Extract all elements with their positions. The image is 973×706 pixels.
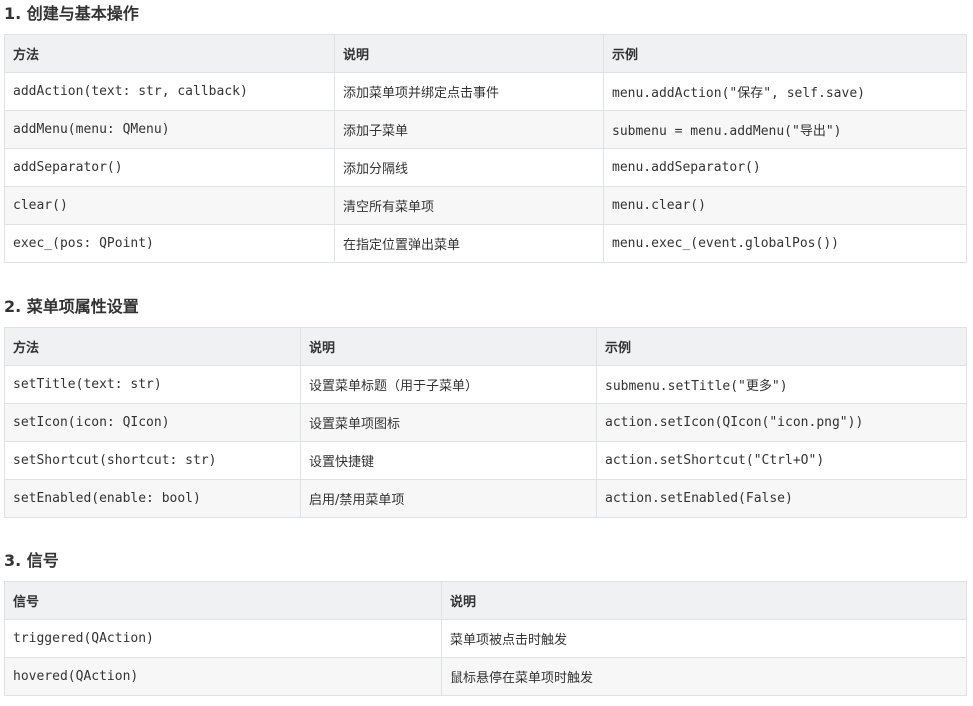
column-header-method: 方法: [4, 34, 335, 73]
methods-table-create-basic: 方法 说明 示例 addAction(text: str, callback) …: [4, 34, 967, 263]
method-cell: addAction(text: str, callback): [4, 72, 335, 111]
description-cell: 菜单项被点击时触发: [441, 619, 967, 658]
method-cell: addMenu(menu: QMenu): [4, 110, 335, 149]
table-row: addAction(text: str, callback) 添加菜单项并绑定点…: [4, 72, 967, 111]
method-cell: setIcon(icon: QIcon): [4, 403, 301, 442]
example-cell: menu.addSeparator(): [603, 148, 967, 187]
example-cell: submenu = menu.addMenu("导出"): [603, 110, 967, 149]
column-header-description: 说明: [441, 581, 967, 620]
column-header-example: 示例: [603, 34, 967, 73]
method-cell: setEnabled(enable: bool): [4, 479, 301, 518]
description-cell: 鼠标悬停在菜单项时触发: [441, 657, 967, 696]
table-row: setTitle(text: str) 设置菜单标题（用于子菜单） submen…: [4, 365, 967, 404]
description-cell: 设置菜单项图标: [300, 403, 597, 442]
table-header-row: 方法 说明 示例: [4, 327, 967, 366]
table-row: exec_(pos: QPoint) 在指定位置弹出菜单 menu.exec_(…: [4, 224, 967, 263]
table-row: clear() 清空所有菜单项 menu.clear(): [4, 186, 967, 225]
column-header-description: 说明: [334, 34, 604, 73]
column-header-example: 示例: [596, 327, 967, 366]
example-cell: action.setEnabled(False): [596, 479, 967, 518]
description-cell: 在指定位置弹出菜单: [334, 224, 604, 263]
table-header-row: 信号 说明: [4, 581, 967, 620]
example-cell: menu.clear(): [603, 186, 967, 225]
method-cell: addSeparator(): [4, 148, 335, 187]
description-cell: 设置快捷键: [300, 441, 597, 480]
description-cell: 添加菜单项并绑定点击事件: [334, 72, 604, 111]
example-cell: action.setShortcut("Ctrl+O"): [596, 441, 967, 480]
method-cell: clear(): [4, 186, 335, 225]
method-cell: setTitle(text: str): [4, 365, 301, 404]
example-cell: action.setIcon(QIcon("icon.png")): [596, 403, 967, 442]
methods-table-menu-item-properties: 方法 说明 示例 setTitle(text: str) 设置菜单标题（用于子菜…: [4, 327, 967, 518]
example-cell: menu.exec_(event.globalPos()): [603, 224, 967, 263]
table-row: setIcon(icon: QIcon) 设置菜单项图标 action.setI…: [4, 403, 967, 442]
table-row: setShortcut(shortcut: str) 设置快捷键 action.…: [4, 441, 967, 480]
table-row: addMenu(menu: QMenu) 添加子菜单 submenu = men…: [4, 110, 967, 149]
table-row: setEnabled(enable: bool) 启用/禁用菜单项 action…: [4, 479, 967, 518]
example-cell: submenu.setTitle("更多"): [596, 365, 967, 404]
signal-cell: triggered(QAction): [4, 619, 442, 658]
method-cell: exec_(pos: QPoint): [4, 224, 335, 263]
description-cell: 启用/禁用菜单项: [300, 479, 597, 518]
description-cell: 添加子菜单: [334, 110, 604, 149]
table-header-row: 方法 说明 示例: [4, 34, 967, 73]
description-cell: 设置菜单标题（用于子菜单）: [300, 365, 597, 404]
section-title-signals: 3. 信号: [4, 551, 59, 570]
method-cell: setShortcut(shortcut: str): [4, 441, 301, 480]
description-cell: 清空所有菜单项: [334, 186, 604, 225]
column-header-description: 说明: [300, 327, 597, 366]
column-header-signal: 信号: [4, 581, 442, 620]
table-row: triggered(QAction) 菜单项被点击时触发: [4, 619, 967, 658]
table-row: hovered(QAction) 鼠标悬停在菜单项时触发: [4, 657, 967, 696]
column-header-method: 方法: [4, 327, 301, 366]
section-title-menu-item-properties: 2. 菜单项属性设置: [4, 297, 139, 316]
table-row: addSeparator() 添加分隔线 menu.addSeparator(): [4, 148, 967, 187]
section-title-create-basic: 1. 创建与基本操作: [4, 4, 139, 23]
signal-cell: hovered(QAction): [4, 657, 442, 696]
signals-table: 信号 说明 triggered(QAction) 菜单项被点击时触发 hover…: [4, 581, 967, 696]
description-cell: 添加分隔线: [334, 148, 604, 187]
example-cell: menu.addAction("保存", self.save): [603, 72, 967, 111]
